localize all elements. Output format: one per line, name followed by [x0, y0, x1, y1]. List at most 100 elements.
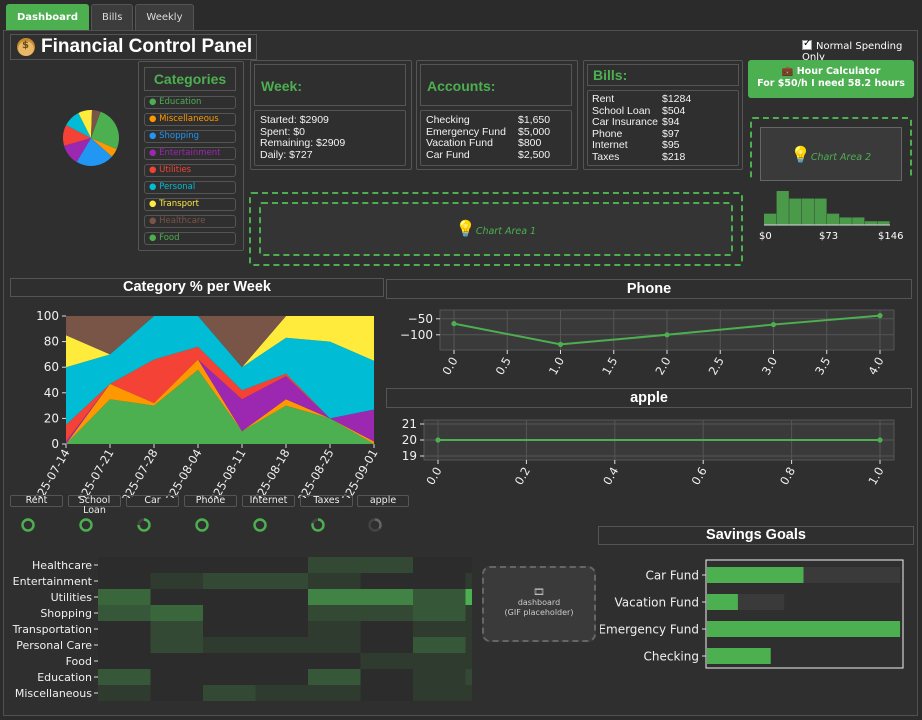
tab-dashboard[interactable]: Dashboard: [6, 4, 89, 30]
heatmap-cell: [255, 685, 308, 701]
checkbox-icon[interactable]: [802, 38, 812, 50]
heatmap-cell: [360, 669, 413, 685]
heatmap-cell: [150, 621, 203, 637]
category-week-title: Category % per Week: [10, 278, 384, 297]
category-item-education[interactable]: ● Education: [144, 96, 236, 109]
savings-bar-vacation-fund: [707, 594, 738, 610]
heatmap-cell: [98, 653, 151, 669]
heatmap-cell: [150, 685, 203, 701]
bill-tab-car[interactable]: Car: [126, 495, 179, 507]
heatmap-cell: [255, 653, 308, 669]
category-item-miscellaneous[interactable]: ● Miscellaneous: [144, 113, 236, 126]
heatmap-cell: [308, 637, 361, 653]
bill-tab-school-loan[interactable]: School Loan: [68, 495, 121, 516]
row-value: $1,650: [518, 114, 551, 126]
line-xtick-label: 1.5: [599, 355, 620, 378]
page-title-text: Financial Control Panel: [41, 36, 253, 57]
categories-title: Categories: [144, 67, 236, 91]
category-item-entertainment[interactable]: ● Entertainment: [144, 147, 236, 160]
categories-list: ● Education ● Miscellaneous ● Shopping ● En…: [144, 96, 236, 249]
phone-chart-title: Phone: [386, 279, 912, 299]
row-value: $5,000: [518, 125, 551, 138]
hist-bar: [789, 198, 802, 225]
heatmap-cell: [360, 605, 413, 621]
heatmap-cell: [360, 573, 413, 589]
heatmap-cell: [150, 557, 203, 573]
heatmap-cell: [308, 669, 361, 685]
heatmap-cell: [255, 669, 308, 685]
pie-slices: [63, 110, 119, 166]
heatmap-cell: [98, 573, 151, 589]
bill-tab-phone[interactable]: Phone: [184, 495, 237, 507]
accounts-list: Checking $1,650 Emergency Fund $5,000 Vacati…: [420, 110, 572, 166]
heatmap-cell: [465, 557, 472, 573]
tab-weekly[interactable]: Weekly: [135, 4, 194, 30]
line-xtick-label: 0.6: [689, 465, 710, 488]
hist-bar: [801, 198, 814, 225]
week-title: Week:: [254, 64, 406, 106]
line-xtick-label: 4.0: [865, 355, 886, 378]
gif-caption: (GIF placeholder): [504, 608, 574, 617]
row-value: $504: [662, 104, 686, 117]
bill-tab-taxes[interactable]: Taxes: [300, 495, 353, 507]
category-item-utilities[interactable]: ● Utilities: [144, 164, 236, 177]
category-item-personal[interactable]: ● Personal: [144, 181, 236, 194]
tab-bills[interactable]: Bills: [91, 4, 134, 30]
area-ytick-label: 100: [36, 309, 59, 323]
heatmap-cell: [413, 685, 466, 701]
hour-calculator-button[interactable]: 💼 Hour Calculator For $50/h I need 58.2 …: [748, 60, 914, 98]
line-xtick-label: 0.8: [777, 465, 798, 488]
heatmap-cell: [465, 669, 472, 685]
heatmap-cell: [308, 685, 361, 701]
bill-tab-apple[interactable]: apple: [357, 495, 409, 507]
heatmap-cell: [413, 653, 466, 669]
line-point: [877, 313, 883, 319]
heatmap-row-label: Miscellaneous: [15, 687, 92, 700]
tab-bar: Dashboard Bills Weekly: [6, 4, 194, 30]
bill-tab-rent[interactable]: Rent: [10, 495, 63, 507]
week-lines-row: Remaining: $2909: [260, 137, 346, 149]
hist-bar: [814, 198, 827, 225]
line-ytick-label: 20: [402, 433, 417, 447]
line-xtick-label: 0.4: [600, 465, 621, 488]
heatmap-cell: [413, 605, 466, 621]
category-item-food[interactable]: ● Food: [144, 232, 236, 245]
bill-progress-rings: [21, 518, 382, 532]
category-item-transport[interactable]: ● Transport: [144, 198, 236, 211]
heatmap-row-label: Shopping: [40, 607, 92, 620]
bill-lines-row: Taxes $218: [592, 151, 738, 164]
heatmap-cell: [150, 653, 203, 669]
heatmap-cell: [98, 589, 151, 605]
row-value: $800: [518, 137, 542, 149]
heatmap-row-label: Food: [66, 655, 92, 668]
category-item-shopping[interactable]: ● Shopping: [144, 130, 236, 143]
lightbulb-icon: 💡: [455, 219, 476, 238]
heatmap-cell: [98, 557, 151, 573]
heatmap-cell: [308, 653, 361, 669]
line-xtick-label: 2.0: [652, 355, 673, 378]
spending-histogram: $0 $73 $146: [759, 191, 903, 242]
category-item-healthcare[interactable]: ● Healthcare: [144, 215, 236, 228]
bill-tab-internet[interactable]: Internet: [242, 495, 295, 507]
heatmap-row-label: Education: [37, 671, 92, 684]
chart-area-2-label: Chart Area 2: [810, 152, 872, 163]
heatmap-cell: [308, 589, 361, 605]
heatmap-cell: [360, 621, 413, 637]
heatmap-cell: [98, 637, 151, 653]
heatmap-cell: [203, 685, 256, 701]
heatmap-cell: [413, 621, 466, 637]
savings-label: Car Fund: [645, 569, 699, 583]
area-xtick-label: 2025-08-25: [291, 447, 337, 499]
heatmap-cell: [255, 621, 308, 637]
progress-ring: [374, 518, 382, 529]
gif-placeholder: 🎞 dashboard (GIF placeholder): [482, 566, 596, 642]
category-area-chart: 0 20 40 60 80 100 2025-07-142025-07-212025-07-…: [27, 309, 381, 499]
savings-label: Checking: [644, 650, 699, 664]
row-value: $2,500: [518, 148, 551, 161]
row-label: Rent: [592, 93, 615, 105]
heatmap-cell: [150, 573, 203, 589]
row-label: Car Fund: [426, 148, 470, 161]
gif-name: dashboard: [517, 598, 561, 607]
savings-goals-title: Savings Goals: [598, 526, 914, 545]
chart-area-2: 💡Chart Area 2: [750, 117, 912, 181]
